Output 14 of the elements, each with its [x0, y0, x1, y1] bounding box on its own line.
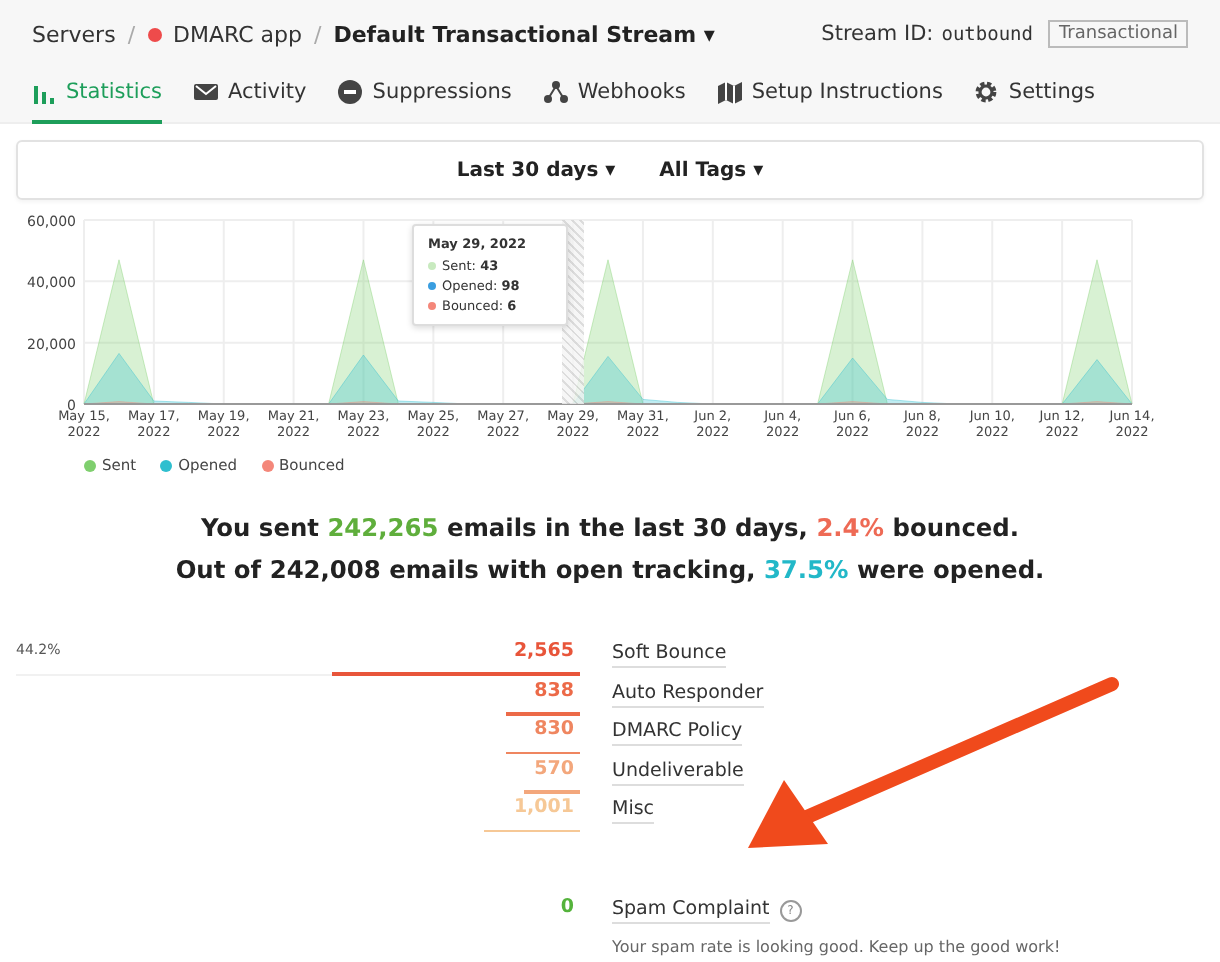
bounce-count: 570 [534, 757, 574, 780]
breadcrumb-separator: / [314, 21, 322, 47]
bounce-count: 838 [534, 679, 574, 702]
spam-count: 0 [560, 895, 574, 918]
stream-id-label: Stream ID: [821, 22, 934, 46]
summary-sentence: Out of 242,008 emails with open tracking, 37.5% were opened. [173, 554, 1047, 588]
summary-sentence: You sent 242,265 emails in the last 30 days, 2.4% bounced. [198, 512, 1022, 546]
bounce-count: 1,001 [513, 796, 574, 819]
breadcrumb-separator: / [127, 21, 136, 47]
spam-message: Your spam rate is looking good. Keep up the good work! [612, 938, 1063, 956]
stream-id: outbound [941, 23, 1033, 45]
bounce-count: 2,565 [513, 639, 574, 662]
stream-type-badge: Transactional [1048, 20, 1188, 48]
bounce-count: 830 [534, 718, 574, 741]
